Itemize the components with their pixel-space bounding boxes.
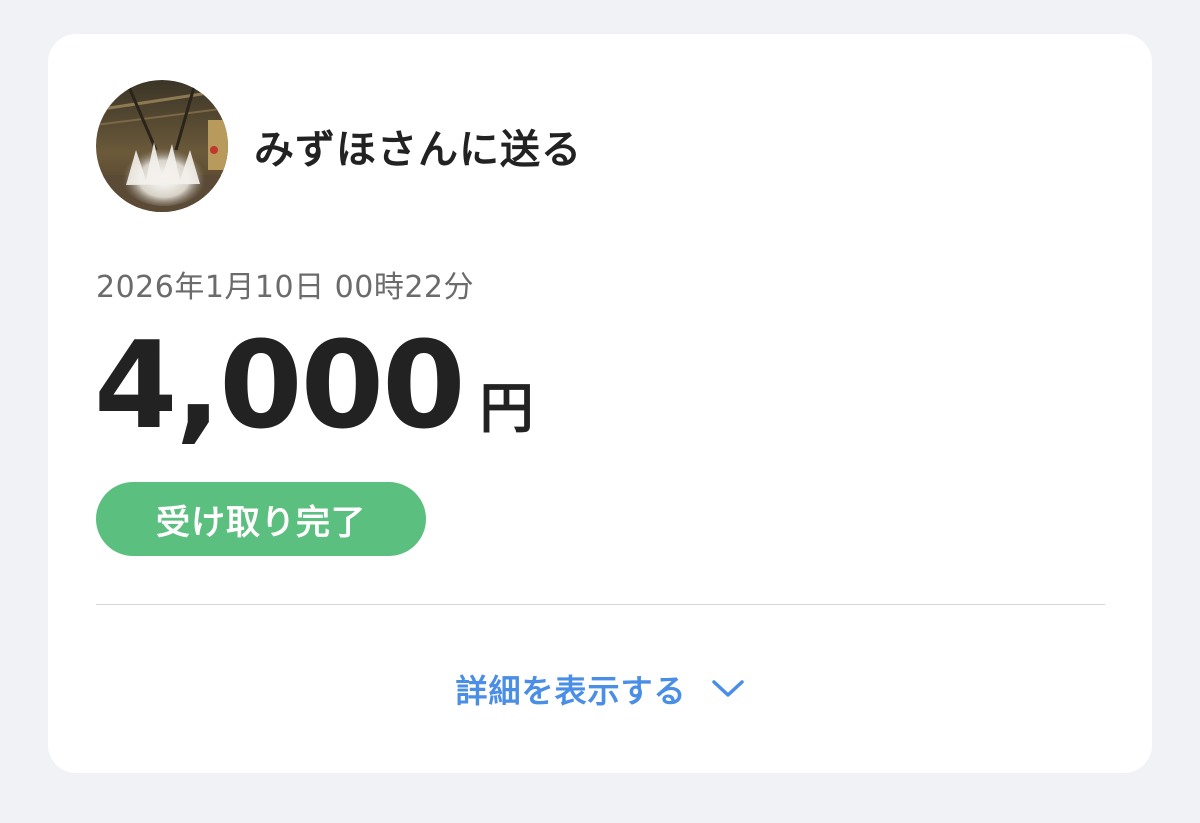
divider [96, 604, 1105, 605]
card-header: みずほさんに送る [96, 80, 582, 212]
recipient-title: みずほさんに送る [254, 127, 582, 173]
avatar-photo [96, 80, 228, 212]
status-badge-label: 受け取り完了 [156, 502, 366, 543]
show-details-label: 詳細を表示する [455, 672, 687, 710]
currency-unit: 円 [479, 377, 534, 440]
show-details-button[interactable]: 詳細を表示する [48, 666, 1152, 712]
chevron-down-icon [711, 679, 745, 699]
amount-row: 4,000 円 [94, 324, 534, 450]
avatar [96, 80, 228, 212]
transaction-datetime: 2026年1月10日 00時22分 [96, 270, 474, 305]
status-badge: 受け取り完了 [96, 482, 426, 556]
transfer-card: みずほさんに送る 2026年1月10日 00時22分 4,000 円 受け取り完… [48, 34, 1152, 773]
amount-value: 4,000 [94, 317, 466, 456]
